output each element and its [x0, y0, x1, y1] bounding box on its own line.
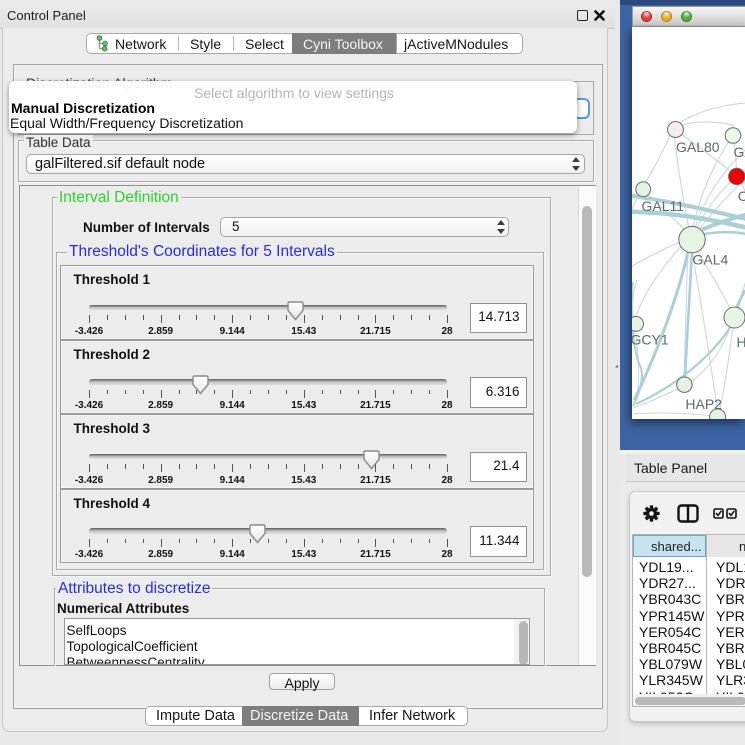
svg-text:HAP2: HAP2	[685, 396, 722, 412]
svg-text:GAL11: GAL11	[642, 198, 685, 214]
svg-text:GAL4: GAL4	[693, 252, 729, 268]
svg-text:C: C	[738, 188, 745, 204]
svg-text:H: H	[737, 334, 745, 350]
svg-text:GCY1: GCY1	[632, 332, 669, 348]
svg-text:GAL80: GAL80	[676, 139, 720, 155]
svg-text:GA: GA	[734, 144, 745, 160]
